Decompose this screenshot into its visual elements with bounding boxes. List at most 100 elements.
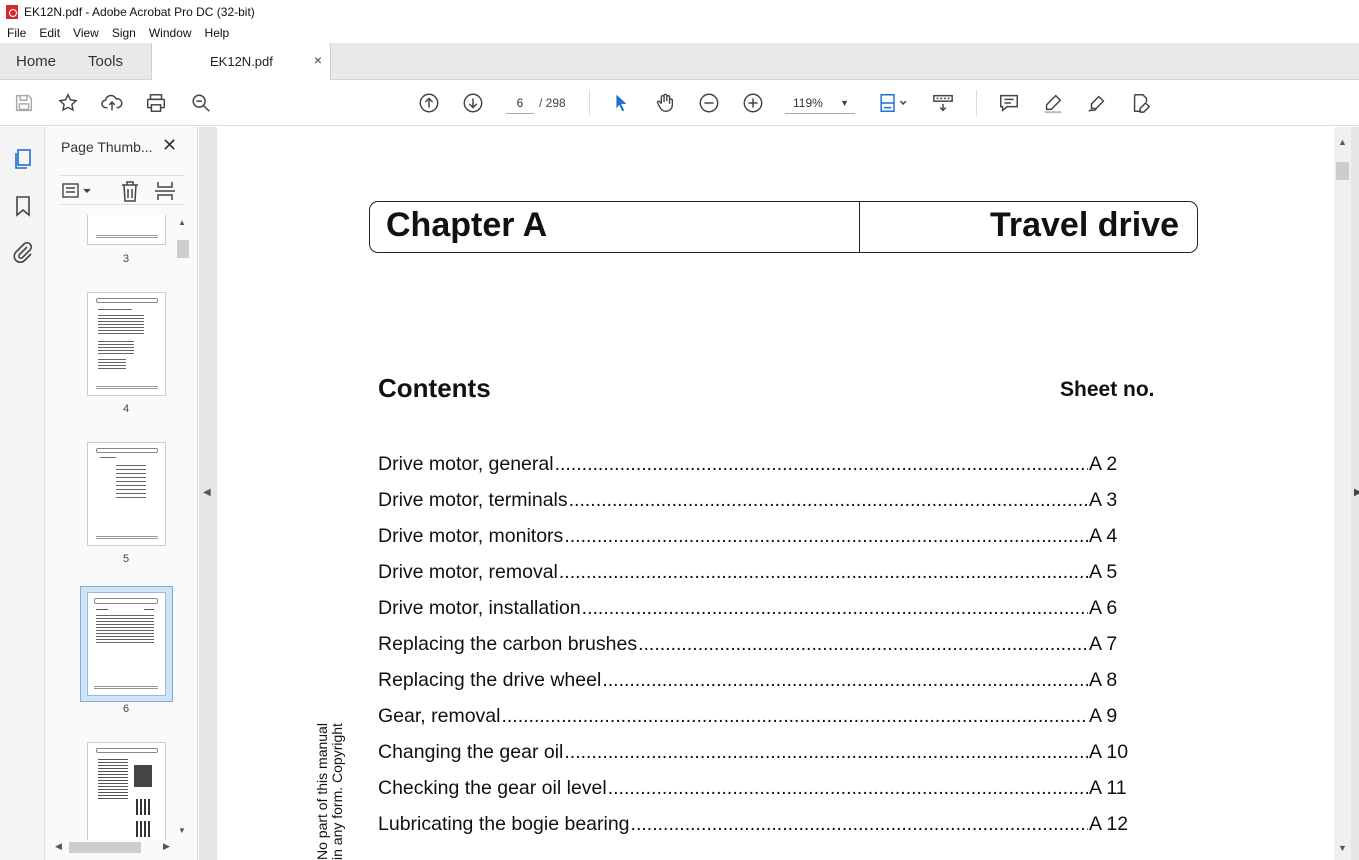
toc-entry-sheet: A 10: [1089, 741, 1129, 763]
toc-entry-title: Changing the gear oil: [378, 741, 564, 763]
hand-icon[interactable]: [653, 91, 677, 115]
toc-entry[interactable]: Replacing the drive wheel ..............…: [378, 669, 1133, 705]
toc-entry-sheet: A 12: [1089, 813, 1129, 835]
menu-edit[interactable]: Edit: [32, 26, 66, 40]
toolbar-divider: [976, 90, 977, 116]
toc-entry-title: Drive motor, general: [378, 453, 554, 475]
toc-entry-sheet: A 11: [1089, 777, 1127, 799]
thumbnail-list: 3 4 5 6: [45, 215, 180, 840]
attachment-icon[interactable]: [11, 240, 35, 264]
toc-entry[interactable]: Drive motor, general ...................…: [378, 453, 1133, 489]
comment-icon[interactable]: [997, 91, 1021, 115]
toc-entry-sheet: A 5: [1089, 561, 1118, 583]
pdf-page: Chapter A Travel drive Contents Sheet no…: [217, 127, 1334, 860]
menu-file[interactable]: File: [0, 26, 32, 40]
tab-bar: Home Tools EK12N.pdf ×: [0, 43, 1359, 80]
toc-entry[interactable]: Checking the gear oil level ............…: [378, 777, 1133, 813]
menu-sign[interactable]: Sign: [105, 26, 142, 40]
toc-entry-sheet: A 6: [1089, 597, 1118, 619]
panel-toolbar: [59, 175, 184, 205]
close-panel-icon[interactable]: ✕: [162, 135, 177, 156]
expand-right-panel-icon[interactable]: ▶: [1354, 487, 1359, 498]
zoom-in-icon[interactable]: [741, 91, 765, 115]
toc-entry[interactable]: Replacing the carbon brushes............…: [378, 633, 1133, 669]
print-icon[interactable]: [144, 91, 168, 115]
scroll-mode-icon[interactable]: [931, 91, 955, 115]
menu-view[interactable]: View: [66, 26, 105, 40]
toc-entry-title: Replacing the carbon brushes: [378, 633, 638, 655]
collapse-panel-icon[interactable]: ◀: [203, 487, 211, 498]
contents-heading: Contents: [378, 373, 491, 403]
upload-icon[interactable]: [100, 91, 124, 115]
document-scrollbar[interactable]: ▲ ▼: [1334, 127, 1351, 860]
toc-entry[interactable]: Drive motor, terminals .................…: [378, 489, 1133, 525]
toc-leader-dots: ........................................…: [602, 669, 1088, 691]
toc-entry-title: Checking the gear oil level: [378, 777, 607, 799]
thumbnail-horizontal-scrollbar[interactable]: ◀ ▶: [53, 839, 173, 855]
navigation-rail: [0, 127, 45, 860]
toc-entry[interactable]: Changing the gear oil ..................…: [378, 741, 1133, 777]
toc-entry[interactable]: Gear, removal...........................…: [378, 705, 1133, 741]
options-menu-icon[interactable]: [61, 180, 93, 202]
zoom-level-select[interactable]: 119% ▼: [785, 92, 855, 114]
search-zoom-icon[interactable]: [189, 91, 213, 115]
toc-leader-dots: ........................................…: [607, 777, 1088, 799]
tab-tools[interactable]: Tools: [88, 53, 123, 70]
sign-icon[interactable]: [1085, 91, 1109, 115]
toc-entry-sheet: A 9: [1089, 705, 1118, 727]
panel-title: Page Thumb...: [61, 139, 153, 155]
toc-entry-sheet: A 4: [1089, 525, 1118, 547]
tab-document[interactable]: EK12N.pdf ×: [151, 43, 331, 80]
scrollbar-thumb[interactable]: [1336, 162, 1349, 180]
thumbnail-page[interactable]: [87, 442, 166, 546]
document-viewport[interactable]: ◀ Chapter A Travel drive Contents Sheet …: [199, 127, 1359, 860]
toc-entry[interactable]: Drive motor, removal ...................…: [378, 561, 1133, 597]
window-title: EK12N.pdf - Adobe Acrobat Pro DC (32-bit…: [24, 4, 255, 19]
chapter-subject: Travel drive: [989, 206, 1179, 244]
scroll-up-icon[interactable]: ▲: [1338, 137, 1347, 147]
page-thumbnails-icon[interactable]: [11, 147, 35, 171]
page-number-input[interactable]: 6: [506, 92, 534, 114]
close-tab-icon[interactable]: ×: [314, 52, 322, 68]
zoom-out-icon[interactable]: [697, 91, 721, 115]
menu-window[interactable]: Window: [142, 26, 198, 40]
toc-leader-dots: ........................................…: [558, 561, 1088, 583]
trash-icon[interactable]: [119, 179, 141, 203]
star-icon[interactable]: [56, 91, 80, 115]
toc-entry-title: Drive motor, terminals: [378, 489, 568, 511]
fit-page-icon[interactable]: [876, 91, 912, 115]
toc-entry[interactable]: Drive motor, installation ..............…: [378, 597, 1133, 633]
toc-leader-dots: ........................................…: [564, 525, 1088, 547]
thumbnail-page[interactable]: [87, 215, 166, 245]
edit-pdf-icon[interactable]: [1129, 91, 1153, 115]
page-total-label: / 298: [539, 96, 566, 110]
save-icon[interactable]: [12, 91, 36, 115]
document-tab-label: EK12N.pdf: [210, 54, 273, 69]
thumbnail-page[interactable]: [87, 292, 166, 396]
thumbnail-page[interactable]: [87, 742, 166, 840]
side-note-line: in any form. Copyright: [329, 723, 345, 860]
scroll-down-icon[interactable]: ▼: [1338, 843, 1347, 853]
menu-help[interactable]: Help: [198, 26, 236, 40]
bookmark-icon[interactable]: [11, 194, 35, 218]
toc-entry[interactable]: Drive motor, monitors ..................…: [378, 525, 1133, 561]
thumbnail-page[interactable]: [87, 592, 166, 696]
toc-entry-title: Replacing the drive wheel: [378, 669, 602, 691]
zoom-value: 119%: [793, 96, 823, 110]
header-divider: [859, 202, 860, 252]
chevron-down-icon: ▼: [840, 98, 849, 108]
page-thumbnails-panel: Page Thumb... ✕ 3 4 5 6 ▲ ▼ ◀ ▶: [45, 127, 198, 860]
tab-home[interactable]: Home: [16, 53, 56, 70]
copyright-side-note: No part of this manual in any form. Copy…: [314, 723, 345, 860]
toc-leader-dots: ........................................…: [564, 741, 1088, 763]
select-arrow-icon[interactable]: [609, 91, 633, 115]
page-down-icon[interactable]: [461, 91, 485, 115]
page-up-icon[interactable]: [417, 91, 441, 115]
toc-entry-title: Drive motor, monitors: [378, 525, 564, 547]
highlight-icon[interactable]: [1041, 91, 1065, 115]
extract-pages-icon[interactable]: [154, 179, 176, 203]
toc-entry-title: Drive motor, removal: [378, 561, 558, 583]
thumbnail-scrollbar[interactable]: ▲ ▼: [176, 218, 190, 840]
thumbnail-page-number: 5: [122, 553, 130, 565]
toc-entry[interactable]: Lubricating the bogie bearing ..........…: [378, 813, 1133, 849]
